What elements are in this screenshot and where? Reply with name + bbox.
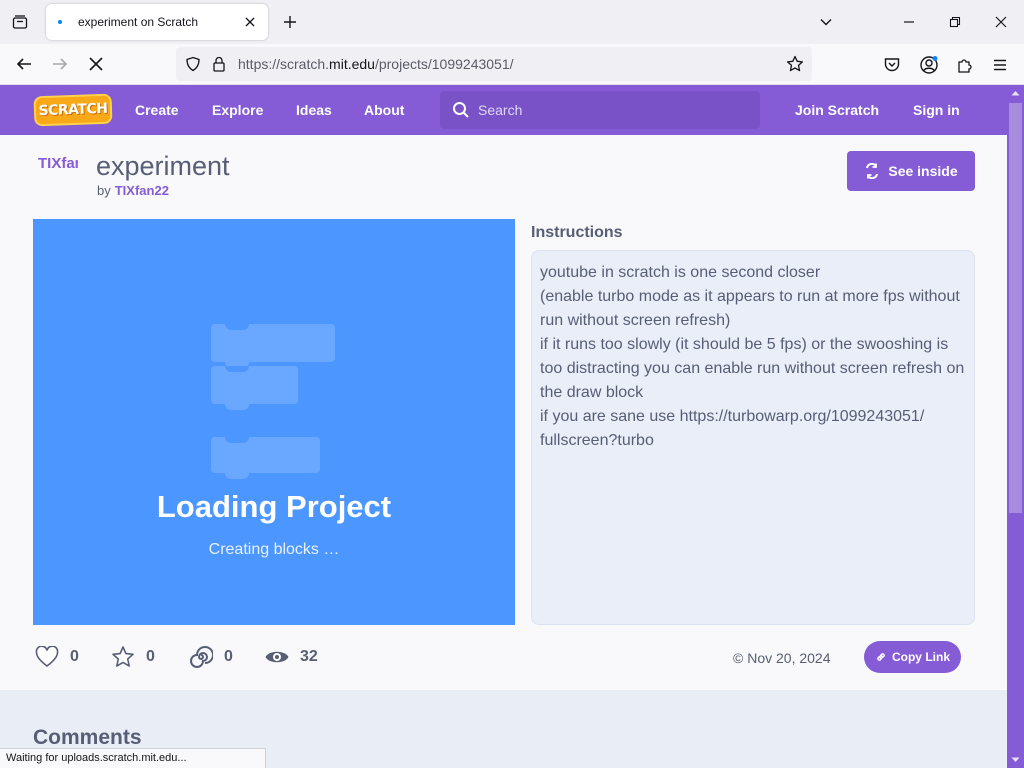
join-scratch-link[interactable]: Join Scratch (795, 102, 879, 118)
new-tab-plus-icon[interactable] (278, 10, 302, 34)
remix-stat: 0 (188, 644, 233, 670)
copy-link-label: Copy Link (891, 650, 950, 664)
instructions-line: run without screen refresh) (540, 312, 731, 329)
address-bar[interactable]: https://scratch.mit.edu/projects/1099243… (176, 47, 812, 81)
favorite-count: 0 (146, 648, 155, 665)
lock-icon[interactable] (208, 53, 230, 75)
stop-loading-icon[interactable] (82, 50, 110, 78)
close-window-icon[interactable] (978, 6, 1024, 38)
copyright-icon: © (733, 650, 748, 666)
instructions-line: if it runs too slowly (it should be 5 fp… (540, 336, 949, 353)
project-byline: by TIXfan22 (97, 183, 169, 198)
remix-count: 0 (224, 648, 233, 665)
bookmark-star-icon[interactable] (784, 53, 806, 75)
browser-tab-active[interactable]: experiment on Scratch (46, 4, 268, 40)
favicon-icon (58, 20, 62, 24)
copy-link-button[interactable]: Copy Link (864, 641, 961, 673)
project-title: experiment (96, 151, 230, 181)
instructions-line[interactable]: fullscreen?turbo (540, 429, 966, 453)
views-count: 32 (300, 648, 318, 665)
instructions-heading: Instructions (531, 224, 623, 241)
search-input[interactable] (478, 100, 748, 120)
eye-icon (264, 644, 290, 670)
scratch-logo-text: SCRATCH (38, 100, 108, 120)
minimize-icon[interactable] (886, 6, 932, 38)
comments-heading: Comments (33, 726, 142, 749)
project-stage-player[interactable]: Loading Project Creating blocks … (33, 219, 515, 625)
search-box[interactable] (440, 91, 760, 129)
love-count: 0 (70, 648, 79, 665)
tab-list-icon[interactable] (8, 10, 32, 34)
instructions-line: too distracting you can enable run witho… (540, 360, 965, 377)
scroll-up-arrow-icon[interactable] (1007, 85, 1024, 101)
loading-project-title: Loading Project (156, 489, 392, 524)
favorite-stat[interactable]: 0 (110, 644, 155, 670)
browser-status-bar: Waiting for uploads.scratch.mit.edu... (0, 748, 266, 768)
back-arrow-icon[interactable] (10, 50, 38, 78)
share-date-text: Nov 20, 2024 (747, 650, 831, 666)
love-stat[interactable]: 0 (34, 644, 79, 670)
browser-nav-bar: https://scratch.mit.edu/projects/1099243… (0, 44, 1024, 85)
loading-status-text: Creating blocks … (208, 541, 340, 558)
project-page: TIXfan experiment byTIXfan22 See inside … (0, 135, 1007, 690)
project-stats-bar: 0 0 0 32 © Nov 20, 2024 Copy Link (0, 640, 1007, 674)
search-icon (453, 102, 469, 118)
pocket-icon[interactable] (879, 52, 905, 78)
url-text[interactable]: https://scratch.mit.edu/projects/1099243… (238, 56, 514, 72)
nav-create-link[interactable]: Create (135, 102, 179, 118)
browser-tab-bar: experiment on Scratch (0, 0, 1024, 44)
author-avatar[interactable]: TIXfan (38, 155, 78, 195)
url-host: mit.edu (329, 56, 375, 72)
restore-icon[interactable] (932, 6, 978, 38)
by-label: by (97, 183, 111, 198)
star-icon (110, 644, 136, 670)
forward-arrow-icon[interactable] (46, 50, 74, 78)
link-icon (877, 653, 885, 661)
chevron-down-icon[interactable] (814, 10, 838, 34)
heart-icon (34, 644, 60, 670)
loading-block-graphic (211, 366, 298, 410)
url-path: /projects/1099243051/ (374, 56, 514, 72)
nav-explore-link[interactable]: Explore (212, 102, 263, 118)
share-date: © Nov 20, 2024 (733, 650, 831, 666)
sign-in-link[interactable]: Sign in (913, 102, 960, 118)
tab-close-icon[interactable] (238, 10, 262, 34)
menu-hamburger-icon[interactable] (987, 52, 1013, 78)
scroll-down-arrow-icon[interactable] (1007, 752, 1024, 768)
remix-spiral-icon (188, 644, 214, 670)
account-icon[interactable] (916, 52, 942, 78)
remix-arrows-icon (866, 163, 879, 179)
loading-block-graphic (211, 324, 335, 368)
tab-title: experiment on Scratch (78, 15, 199, 29)
instructions-text-box: youtube in scratch is one second closer … (531, 250, 975, 625)
views-stat: 32 (264, 644, 318, 670)
instructions-line: the draw block (540, 384, 644, 401)
shield-icon[interactable] (182, 53, 204, 75)
instructions-line: youtube in scratch is one second closer (540, 264, 821, 281)
scrollbar-thumb[interactable] (1009, 103, 1022, 513)
nav-about-link[interactable]: About (364, 102, 404, 118)
url-prefix: https://scratch. (238, 56, 330, 72)
author-link[interactable]: TIXfan22 (115, 183, 169, 198)
nav-ideas-link[interactable]: Ideas (296, 102, 332, 118)
see-inside-button[interactable]: See inside (847, 151, 975, 191)
see-inside-label: See inside (888, 163, 958, 179)
page-scrollbar[interactable] (1007, 85, 1024, 768)
loading-block-graphic (211, 437, 320, 479)
author-avatar-text: TIXfan (38, 155, 78, 172)
instructions-line[interactable]: if you are sane use https://turbowarp.or… (540, 405, 966, 429)
scratch-logo[interactable]: SCRATCH (33, 93, 113, 127)
extensions-icon[interactable] (952, 52, 978, 78)
scratch-navbar: SCRATCH Create Explore Ideas About Join … (0, 85, 1007, 135)
instructions-line: (enable turbo mode as it appears to run … (540, 288, 960, 305)
